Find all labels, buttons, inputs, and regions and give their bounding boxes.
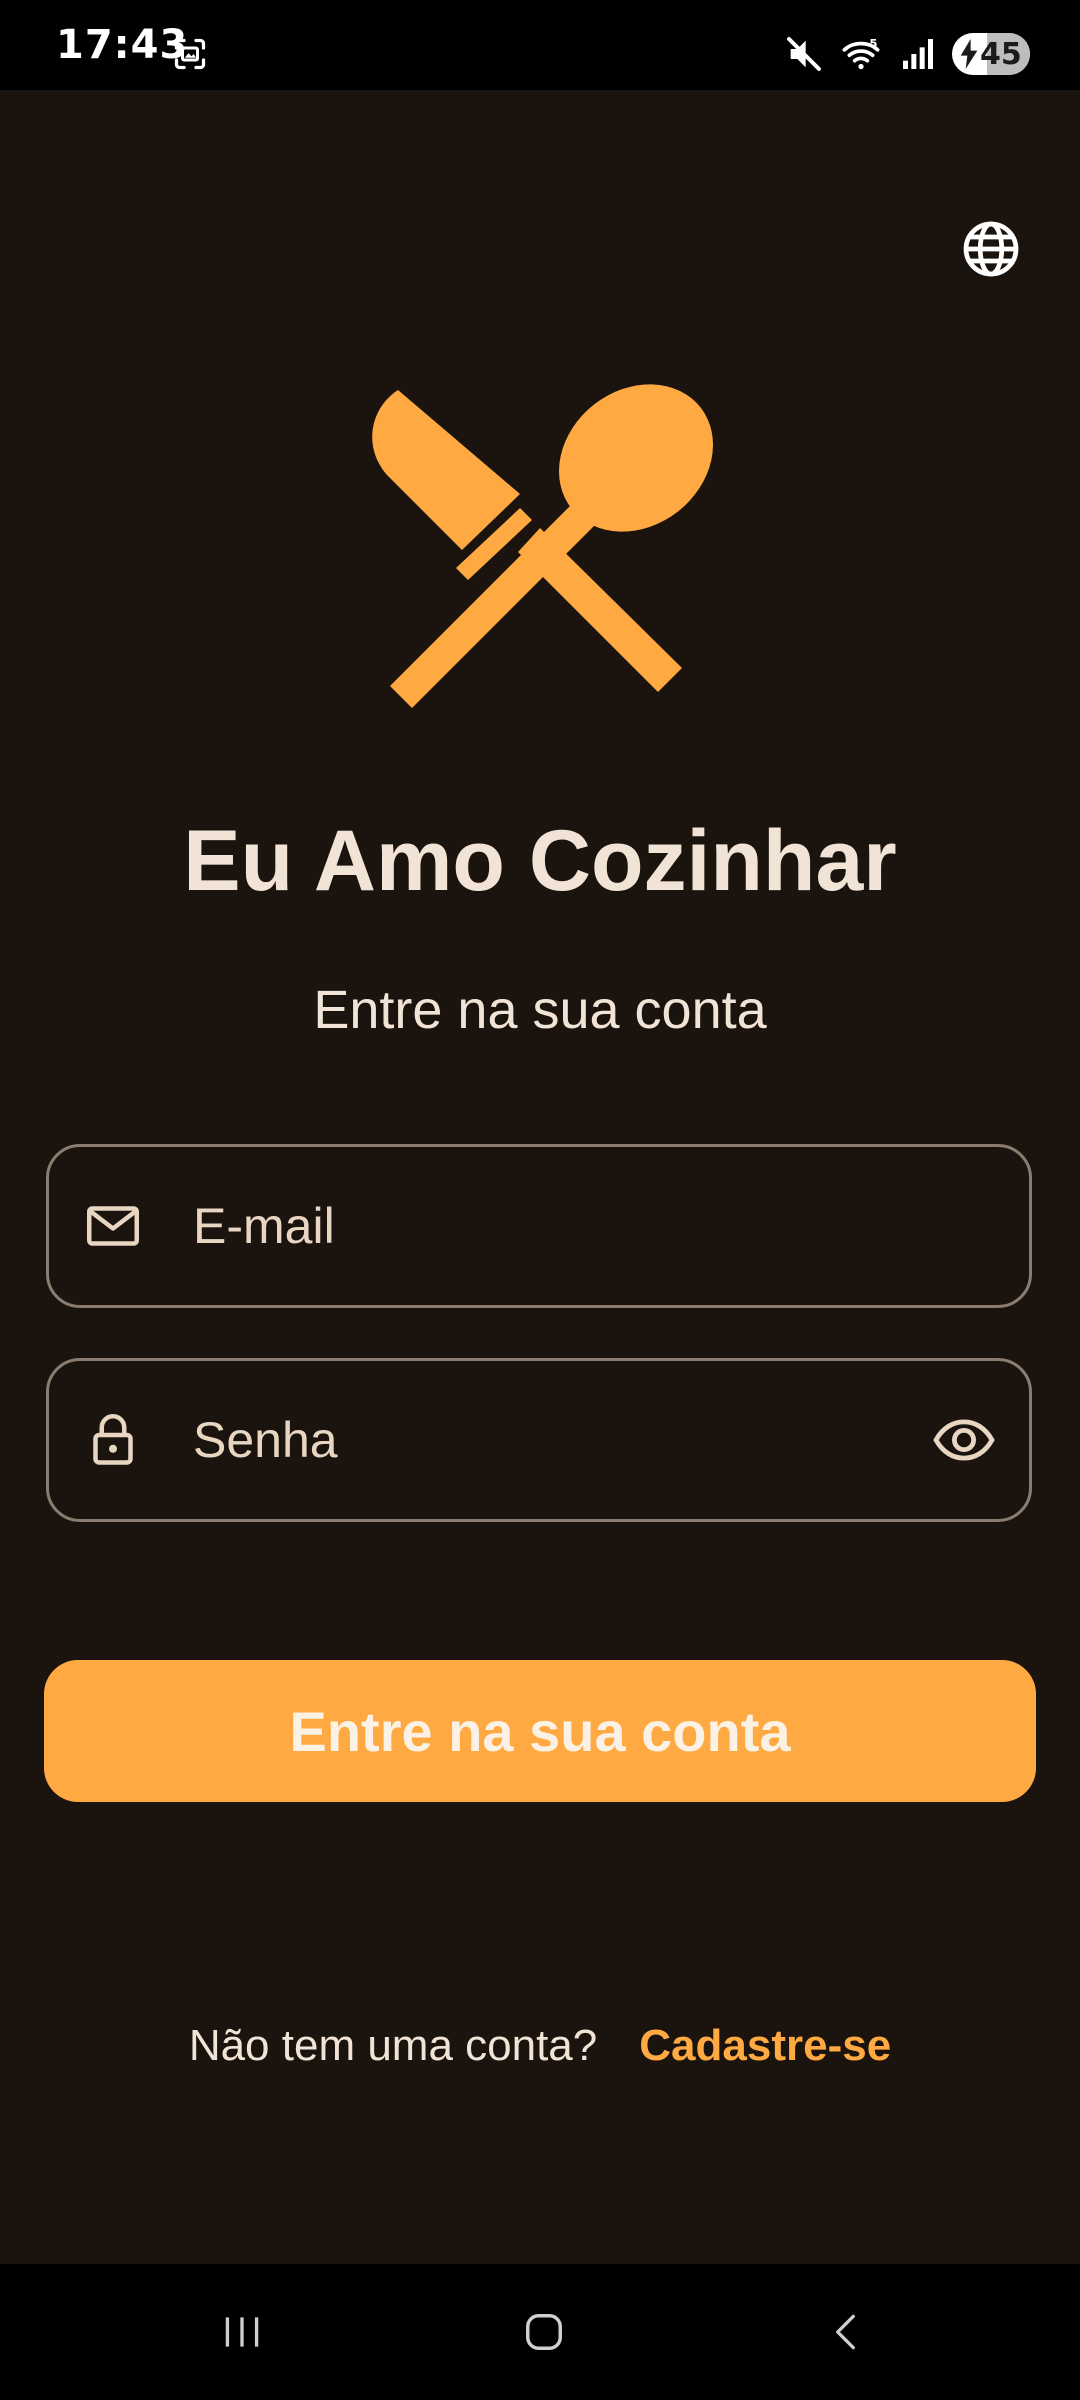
password-field[interactable] — [46, 1358, 1032, 1522]
svg-text:5: 5 — [869, 36, 877, 50]
login-screen: 17:43 5 45 Eu Amo Cozinhar Entre na sua … — [0, 0, 1080, 2400]
language-button[interactable] — [956, 214, 1026, 284]
home-button[interactable] — [474, 2264, 614, 2400]
email-input[interactable] — [193, 1147, 953, 1305]
wifi-icon: 5 — [842, 36, 880, 70]
status-bar: 17:43 5 45 — [0, 0, 1080, 90]
battery-icon: 45 — [952, 33, 1030, 75]
login-subtitle: Entre na sua conta — [313, 980, 767, 1040]
knife-spoon-crossed-icon — [372, 384, 713, 708]
login-button[interactable]: Entre na sua conta — [44, 1660, 1036, 1802]
signal-icon — [903, 39, 933, 69]
signup-prompt: Não tem uma conta? — [188, 2021, 598, 2070]
navigation-bar — [0, 2264, 1080, 2400]
mute-icon — [787, 37, 821, 71]
signup-row: Não tem uma conta? Cadastre-se — [0, 2016, 1080, 2076]
password-visibility-toggle[interactable] — [929, 1405, 999, 1475]
lock-icon — [93, 1414, 133, 1465]
charging-bolt-icon — [960, 39, 978, 69]
status-icons: 5 45 — [784, 26, 1030, 82]
recents-button[interactable] — [172, 2264, 312, 2400]
globe-icon — [963, 221, 1019, 277]
mail-icon — [87, 1206, 139, 1246]
app-title: Eu Amo Cozinhar — [183, 813, 897, 909]
email-field[interactable] — [46, 1144, 1032, 1308]
back-button[interactable] — [776, 2264, 916, 2400]
status-time: 17:43 — [56, 22, 189, 68]
back-icon — [836, 2314, 855, 2350]
battery-level: 45 — [980, 36, 1022, 72]
eye-icon — [933, 1419, 995, 1461]
home-icon — [526, 2314, 562, 2350]
screenshot-icon — [174, 38, 206, 70]
password-input[interactable] — [193, 1361, 873, 1519]
recents-icon — [225, 2317, 259, 2347]
signup-link[interactable]: Cadastre-se — [639, 2021, 891, 2070]
